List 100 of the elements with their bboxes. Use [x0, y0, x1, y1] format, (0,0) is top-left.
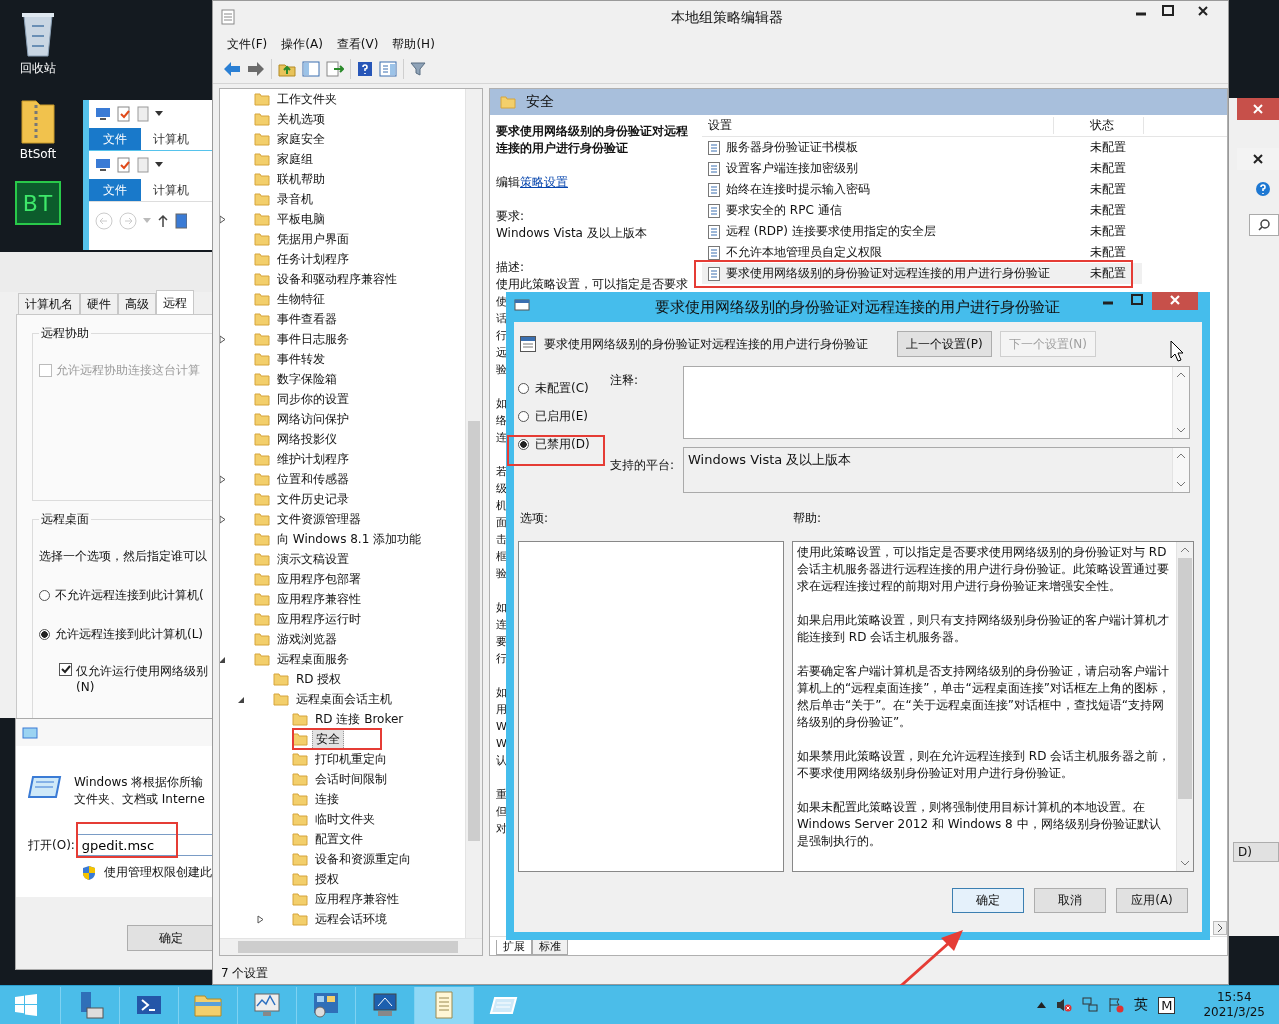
tree-item[interactable]: 录音机 [274, 189, 316, 209]
speaker-muted-icon[interactable] [1056, 997, 1073, 1013]
tree-item[interactable]: 远程会话环境 [312, 909, 390, 929]
app-tile[interactable]: BT [15, 181, 61, 225]
scrollbar-thumb[interactable] [1178, 558, 1192, 799]
scroll-right-icon[interactable] [1213, 921, 1227, 935]
tree-item[interactable]: 关机选项 [274, 109, 328, 129]
network-icon[interactable] [1082, 997, 1099, 1013]
tree-item[interactable]: 生物特征 [274, 289, 328, 309]
radio-label[interactable]: 已启用(E) [535, 407, 588, 425]
tree-item[interactable]: 远程桌面服务 [274, 649, 352, 669]
show-hidden-icon[interactable] [1037, 1002, 1047, 1008]
menu-item[interactable]: 帮助(H) [386, 35, 441, 53]
help-icon[interactable] [357, 61, 373, 77]
search-icon[interactable] [1249, 214, 1279, 236]
zip-folder-icon[interactable] [20, 97, 56, 145]
ok-button[interactable]: 确定 [127, 925, 212, 951]
column-header[interactable]: 状态 [1054, 117, 1144, 134]
radio-button[interactable] [39, 629, 50, 640]
tree-item[interactable]: 设备和驱动程序兼容性 [274, 269, 400, 289]
ribbon-tab[interactable]: 文件 [89, 179, 141, 201]
dialog-button[interactable]: 取消 [1034, 888, 1106, 913]
tree-item[interactable]: 应用程序运行时 [274, 609, 364, 629]
scrollbar[interactable] [465, 89, 482, 938]
scroll-up-icon[interactable] [1180, 546, 1190, 554]
tab[interactable]: 硬件 [80, 293, 118, 314]
scroll-down-icon[interactable] [1176, 480, 1186, 488]
dialog-button[interactable]: 确定 [952, 888, 1024, 913]
tree-item[interactable]: 应用程序兼容性 [312, 889, 402, 909]
view-tab[interactable]: 扩展 [496, 940, 532, 955]
radio-label[interactable]: 允许远程连接到此计算机(L) [55, 626, 204, 643]
command-field[interactable]: gpedit.msc [76, 834, 212, 856]
folder-up-icon[interactable] [278, 61, 296, 77]
tree-item[interactable]: 维护计划程序 [274, 449, 352, 469]
view-tab[interactable]: 标准 [532, 940, 568, 955]
dialog-button[interactable]: 应用(A) [1116, 888, 1188, 913]
tree-item[interactable]: 数字保险箱 [274, 369, 340, 389]
scroll-up-icon[interactable] [1176, 452, 1186, 460]
ime-indicator[interactable]: M [1158, 996, 1176, 1014]
caret-icon[interactable] [155, 111, 163, 117]
previous-setting-button[interactable]: 上一个设置(P) [897, 331, 992, 357]
tree-item[interactable]: 凭据用户界面 [274, 229, 352, 249]
forward-arrow-icon[interactable] [247, 61, 265, 77]
help-icon[interactable] [1255, 181, 1271, 197]
scrollbar[interactable] [220, 938, 482, 955]
ribbon-tab[interactable]: 计算机 [141, 179, 201, 201]
up-arrow-icon[interactable] [157, 214, 169, 228]
caret-icon[interactable] [155, 162, 163, 168]
tree-item[interactable]: 向 Windows 8.1 添加功能 [274, 529, 425, 549]
properties-pane-icon[interactable] [379, 61, 397, 77]
tree-item[interactable]: 网络投影仪 [274, 429, 340, 449]
desktop-icon-label[interactable]: BtSoft [19, 147, 57, 161]
tree-item[interactable]: 事件转发 [274, 349, 328, 369]
tree-item[interactable]: 工作文件夹 [274, 89, 340, 109]
computer-icon[interactable] [95, 158, 111, 172]
input-method-indicator[interactable]: 英 [1134, 996, 1149, 1014]
tree-item[interactable]: RD 连接 Broker [312, 709, 407, 729]
tree-item[interactable]: RD 授权 [293, 669, 345, 689]
radio-button[interactable] [518, 410, 529, 422]
scroll-down-icon[interactable] [1180, 859, 1190, 867]
policy-row[interactable]: 不允许本地管理员自定义权限 未配置 [702, 242, 1142, 263]
comment-field[interactable] [683, 366, 1190, 439]
tree-item[interactable]: 联机帮助 [274, 169, 328, 189]
collapsed-arrow-icon[interactable] [256, 914, 265, 924]
flag-icon[interactable] [1108, 997, 1125, 1013]
radio-button[interactable] [518, 382, 529, 394]
tree-item[interactable]: 临时文件夹 [312, 809, 378, 829]
radio-button[interactable] [39, 590, 50, 601]
desktop-icon-label[interactable]: 回收站 [20, 60, 56, 77]
properties-icon[interactable] [117, 157, 131, 173]
menu-item[interactable]: 文件(F) [221, 35, 274, 53]
radio-button[interactable] [518, 438, 529, 450]
tree-item[interactable]: 网络访问保护 [274, 409, 352, 429]
policy-row[interactable]: 设置客户端连接加密级别 未配置 [702, 158, 1142, 179]
tab[interactable]: 计算机名 [18, 293, 80, 314]
checkbox-label[interactable]: 仅允许运行使用网络级别 [76, 663, 208, 680]
radio-label[interactable]: 未配置(C) [535, 379, 589, 397]
collapsed-arrow-icon[interactable] [220, 214, 227, 224]
clock-time[interactable]: 15:54 [1216, 990, 1252, 1005]
tree-item[interactable]: 同步你的设置 [274, 389, 352, 409]
radio-label[interactable]: 不允许远程连接到此计算机( [55, 587, 204, 604]
tab[interactable]: 高级 [118, 293, 156, 314]
checkbox[interactable] [59, 663, 72, 676]
tree-item[interactable]: 授权 [312, 869, 342, 889]
tree-item[interactable]: 远程桌面会话主机 [293, 689, 395, 709]
collapsed-arrow-icon[interactable] [220, 334, 227, 344]
ribbon-tab[interactable]: 计算机 [141, 128, 201, 150]
tree-item[interactable]: 家庭安全 [274, 129, 328, 149]
scroll-up-icon[interactable] [1176, 371, 1186, 379]
tree-item[interactable]: 应用程序兼容性 [274, 589, 364, 609]
tree-pane-icon[interactable] [302, 61, 320, 77]
windows-logo-icon[interactable] [14, 993, 38, 1017]
checkbox-label[interactable]: (N) [76, 680, 208, 694]
scroll-down-icon[interactable] [1176, 426, 1186, 434]
clock-date[interactable]: 2021/3/25 [1203, 1005, 1265, 1020]
policy-row[interactable]: 要求安全的 RPC 通信 未配置 [702, 200, 1142, 221]
policy-row[interactable]: 要求使用网络级别的身份验证对远程连接的用户进行身份验证 未配置 [702, 263, 1142, 284]
radio-label[interactable]: 已禁用(D) [535, 435, 590, 453]
tree-item[interactable]: 家庭组 [274, 149, 316, 169]
policy-row[interactable]: 远程 (RDP) 连接要求使用指定的安全层 未配置 [702, 221, 1142, 242]
